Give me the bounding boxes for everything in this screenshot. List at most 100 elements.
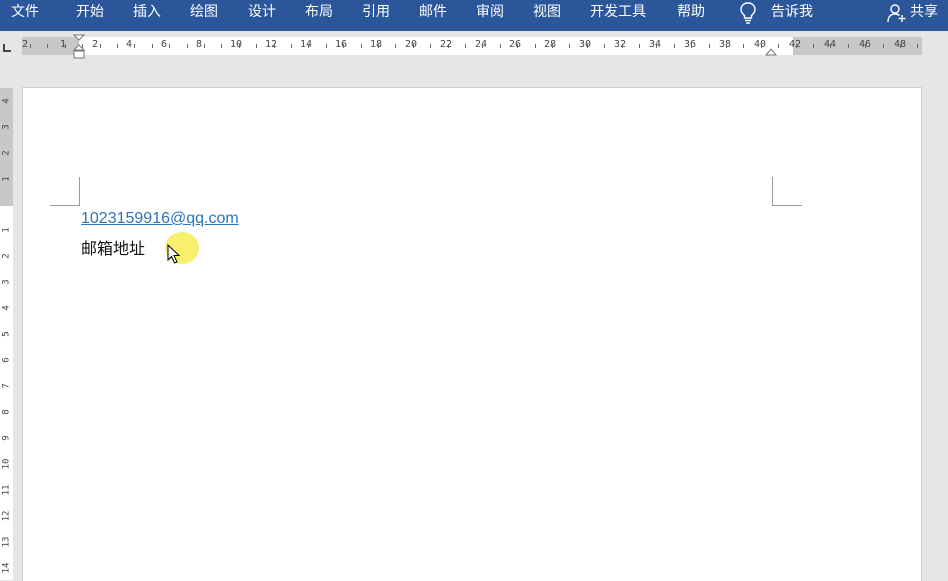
ruler-tick: [378, 44, 379, 48]
ruler-tick: [813, 44, 814, 48]
ruler-label: 8: [196, 39, 203, 50]
ruler-tick: [100, 44, 101, 48]
mouse-pointer-icon: [167, 244, 181, 264]
tab-design[interactable]: 设计: [248, 0, 276, 31]
indent-marker-icon[interactable]: [72, 34, 86, 60]
ruler-tick: [204, 44, 205, 48]
document-page[interactable]: 1023159916@qq.com 邮箱地址: [22, 87, 922, 581]
vertical-ruler-label: 5: [1, 331, 12, 337]
ruler-tick: [221, 44, 222, 48]
tab-developer[interactable]: 开发工具: [590, 0, 646, 31]
crop-mark: [772, 177, 773, 206]
ruler-tick: [917, 44, 918, 48]
vertical-ruler-label: 11: [1, 484, 12, 496]
tell-me-search[interactable]: 告诉我: [771, 0, 813, 31]
tab-help[interactable]: 帮助: [677, 0, 705, 31]
vertical-ruler-label: 9: [1, 435, 12, 441]
ruler-label: 6: [161, 39, 168, 50]
ruler-tick: [430, 44, 431, 48]
ruler-tick: [552, 44, 553, 48]
ruler-tick: [848, 44, 849, 48]
ruler-tick: [117, 44, 118, 48]
vertical-ruler-label: 10: [1, 458, 12, 470]
ruler-tick: [134, 44, 135, 48]
tab-layout[interactable]: 布局: [305, 0, 333, 31]
tab-stop-selector-icon[interactable]: [2, 43, 12, 53]
tab-file[interactable]: 文件: [11, 0, 39, 31]
ruler-tick: [691, 44, 692, 48]
vertical-ruler-label: 7: [1, 383, 12, 389]
ruler-tick: [726, 44, 727, 48]
ruler-label: 18: [370, 39, 383, 50]
ruler-tick: [413, 44, 414, 48]
ruler-tick: [743, 44, 744, 48]
ruler-tick: [778, 44, 779, 48]
ruler-tick: [482, 44, 483, 48]
ruler-tick: [622, 44, 623, 48]
ruler-tick: [587, 44, 588, 48]
ruler-tick: [448, 44, 449, 48]
ruler-tick: [47, 44, 48, 48]
lightbulb-icon[interactable]: [738, 1, 758, 25]
ruler-label: 16: [335, 39, 348, 50]
ruler-tick: [291, 44, 292, 48]
ruler-tick: [30, 44, 31, 48]
ruler-label: 30: [579, 39, 592, 50]
ruler-label: 26: [509, 39, 522, 50]
tab-references[interactable]: 引用: [362, 0, 390, 31]
address-text: 邮箱地址: [81, 239, 146, 258]
tab-view[interactable]: 视图: [533, 0, 561, 31]
vertical-ruler-label: 14: [1, 562, 12, 574]
vertical-ruler-label: 1: [1, 176, 12, 182]
ruler-tick: [500, 44, 501, 48]
vertical-ruler-label: 12: [1, 510, 12, 522]
ruler-label: 20: [405, 39, 418, 50]
ruler-tick: [796, 44, 797, 48]
right-indent-marker-icon[interactable]: [765, 48, 777, 57]
ruler-tick: [656, 44, 657, 48]
horizontal-ruler[interactable]: 2124681012141618202224262830323436384042…: [22, 34, 922, 59]
ruler-tick: [761, 44, 762, 48]
vertical-ruler-label: 8: [1, 409, 12, 415]
ruler-label: 32: [614, 39, 627, 50]
ribbon-tab-bar: 文件 开始 插入 绘图 设计 布局 引用 邮件 审阅 视图 开发工具 帮助 告诉…: [0, 0, 948, 31]
ruler-tick: [639, 44, 640, 48]
crop-mark: [772, 205, 802, 206]
share-button[interactable]: 共享: [910, 0, 938, 31]
tab-mailings[interactable]: 邮件: [419, 0, 447, 31]
ruler-tick: [361, 44, 362, 48]
ruler-tick: [65, 44, 66, 48]
email-hyperlink[interactable]: 1023159916@qq.com: [81, 210, 239, 228]
ruler-tick: [308, 44, 309, 48]
ruler-label: 12: [265, 39, 278, 50]
ruler-tick: [152, 44, 153, 48]
ruler-tick: [569, 44, 570, 48]
ruler-tick: [187, 44, 188, 48]
vertical-ruler-label: 3: [1, 124, 12, 130]
ruler-tick: [274, 44, 275, 48]
ruler-tick: [709, 44, 710, 48]
ruler-tick: [239, 44, 240, 48]
vertical-ruler-label: 2: [1, 253, 12, 259]
person-add-icon[interactable]: [887, 3, 907, 23]
ruler-tick: [517, 44, 518, 48]
vertical-ruler-label: 13: [1, 536, 12, 548]
vertical-ruler-label: 4: [1, 98, 12, 104]
tab-review[interactable]: 审阅: [476, 0, 504, 31]
ruler-tick: [343, 44, 344, 48]
ruler-tick: [900, 44, 901, 48]
ruler-tick: [830, 44, 831, 48]
tab-home[interactable]: 开始: [76, 0, 104, 31]
ruler-label: 2: [92, 39, 99, 50]
ruler-tick: [465, 44, 466, 48]
ruler-label: 2: [22, 39, 29, 50]
crop-mark: [50, 205, 80, 206]
tab-insert[interactable]: 插入: [133, 0, 161, 31]
ruler-tick: [395, 44, 396, 48]
tab-draw[interactable]: 绘图: [190, 0, 218, 31]
ruler-tick: [326, 44, 327, 48]
ruler-tick: [865, 44, 866, 48]
ruler-label: 10: [230, 39, 243, 50]
vertical-ruler[interactable]: 4 3 2 1 1 2 3 4 5 6 7 8 9 10 11 12 13 14: [0, 88, 13, 580]
vertical-ruler-label: 6: [1, 357, 12, 363]
